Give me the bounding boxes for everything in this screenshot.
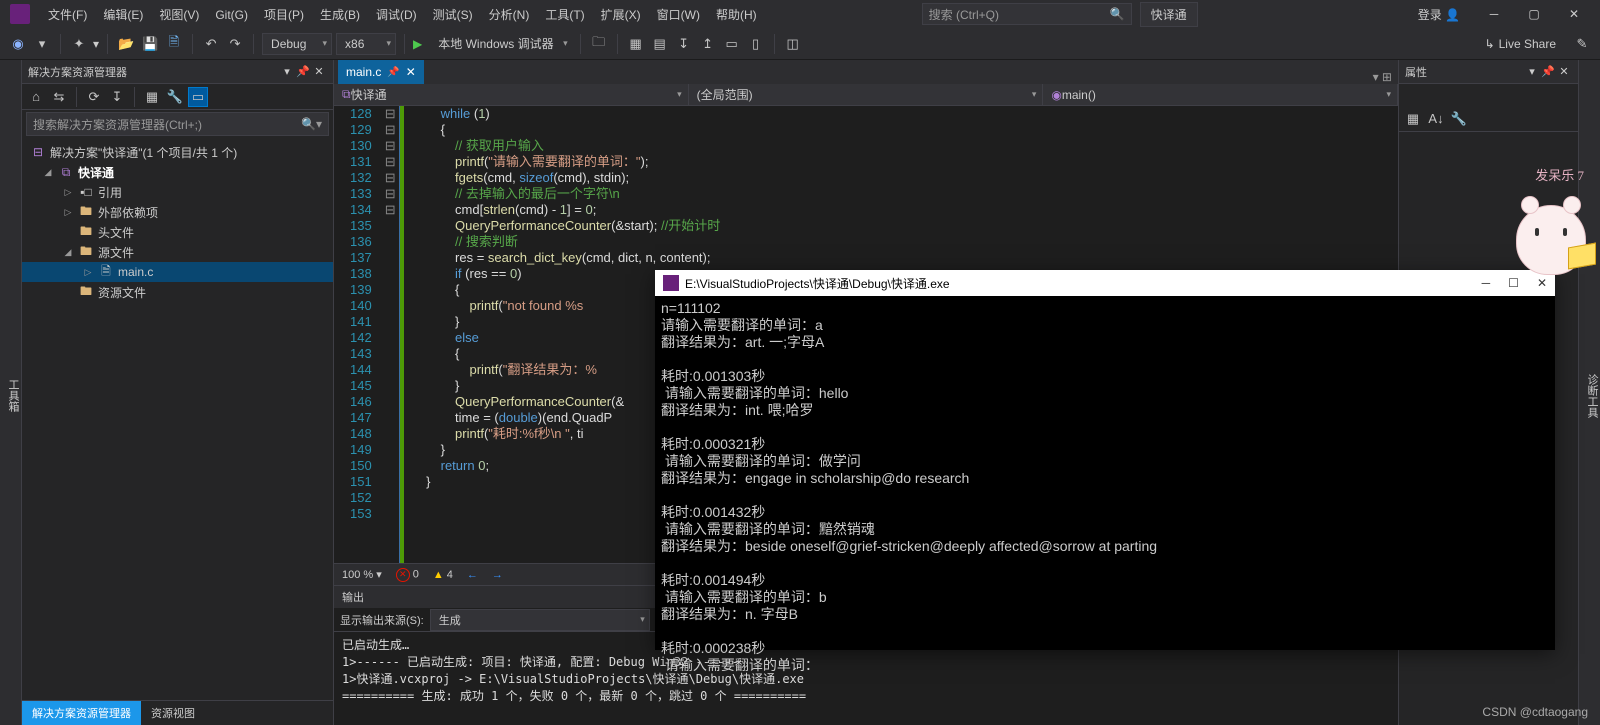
close-panel-icon[interactable]: ✕ [311, 65, 327, 78]
dropdown-icon[interactable]: ▾ [1524, 65, 1540, 78]
tab-dropdown-icon[interactable]: ▾ ⊞ [1367, 70, 1398, 84]
solution-search-input[interactable]: 搜索解决方案资源管理器(Ctrl+;) 🔍▾ [26, 112, 329, 136]
close-button[interactable]: ✕ [1554, 0, 1594, 28]
preview-icon[interactable]: ▭ [188, 87, 208, 107]
search-placeholder: 搜索 (Ctrl+Q) [929, 6, 999, 23]
pin-icon[interactable]: 📌 [1540, 65, 1556, 78]
menu-item[interactable]: 文件(F) [40, 5, 95, 25]
solution-explorer-header: 解决方案资源管理器 ▾ 📌 ✕ [22, 60, 333, 84]
alphabetical-icon[interactable]: A↓ [1426, 109, 1446, 129]
menu-item[interactable]: 帮助(H) [708, 5, 765, 25]
nav-back-icon[interactable]: ← [467, 569, 478, 581]
tb-icon-2[interactable]: ▦ [626, 34, 646, 54]
menu-item[interactable]: 分析(N) [481, 5, 538, 25]
tb-icon-1[interactable]: 🗀 [589, 34, 609, 54]
tb-icon-6[interactable]: ▭ [722, 34, 742, 54]
home-icon[interactable]: ⌂ [26, 87, 46, 107]
menu-item[interactable]: 工具(T) [537, 5, 592, 25]
fold-gutter[interactable]: ⊟⊟⊟⊟⊟⊟⊟ [382, 106, 400, 563]
platform-combo[interactable]: x86 [336, 33, 396, 55]
console-maximize-button[interactable]: ☐ [1508, 276, 1519, 290]
output-source-combo[interactable]: 生成 [430, 609, 650, 631]
tb-icon-7[interactable]: ▯ [746, 34, 766, 54]
redo-icon[interactable]: ↷ [225, 34, 245, 54]
toolbox-tab[interactable]: 工具箱 [0, 60, 22, 725]
menu-item[interactable]: 项目(P) [256, 5, 312, 25]
new-icon[interactable]: ✦ [69, 34, 89, 54]
close-panel-icon[interactable]: ✕ [1556, 65, 1572, 78]
file-tab-main-c[interactable]: main.c📌✕ [338, 60, 424, 84]
feedback-icon[interactable]: ✎ [1572, 34, 1592, 54]
menu-item[interactable]: Git(G) [207, 5, 256, 25]
watermark: CSDN @cdtaogang [1482, 705, 1588, 719]
console-output[interactable]: n=111102 请输入需要翻译的单词：a 翻译结果为：art. 一;字母A 耗… [655, 296, 1555, 678]
tab-resource-view[interactable]: 资源视图 [141, 701, 205, 725]
undo-icon[interactable]: ↶ [201, 34, 221, 54]
menu-item[interactable]: 视图(V) [151, 5, 207, 25]
pin-icon[interactable]: 📌 [387, 67, 399, 78]
solution-toolbar: ⌂ ⇆ ⟳ ↧ ▦ 🔧 ▭ [22, 84, 333, 110]
menu-bar: 文件(F)编辑(E)视图(V)Git(G)项目(P)生成(B)调试(D)测试(S… [0, 0, 1600, 28]
tb-icon-4[interactable]: ↧ [674, 34, 694, 54]
save-icon[interactable]: 💾 [140, 34, 160, 54]
console-window[interactable]: E:\VisualStudioProjects\快译通\Debug\快译通.ex… [655, 270, 1555, 650]
maximize-button[interactable]: ▢ [1514, 0, 1554, 28]
menu-item[interactable]: 测试(S) [425, 5, 481, 25]
live-share-button[interactable]: ↳ Live Share [1485, 37, 1556, 51]
close-tab-icon[interactable]: ✕ [406, 65, 416, 79]
nav-project[interactable]: ⧉ 快译通 [334, 84, 689, 105]
console-title-text: E:\VisualStudioProjects\快译通\Debug\快译通.ex… [685, 275, 950, 292]
search-icon: 🔍 [1110, 7, 1125, 21]
search-icon: 🔍▾ [301, 117, 322, 131]
properties-icon[interactable]: 🔧 [165, 87, 185, 107]
warning-count[interactable]: ▲4 [433, 569, 453, 581]
minimize-button[interactable]: ─ [1474, 0, 1514, 28]
collapse-icon[interactable]: ↧ [107, 87, 127, 107]
window-title: 快译通 [1140, 2, 1198, 27]
solution-tree[interactable]: ⊟解决方案"快译通"(1 个项目/共 1 个) ◢⧉快译通 ▷▪□引用 ▷🖿外部… [22, 138, 333, 306]
nav-fwd-icon[interactable]: → [492, 569, 503, 581]
tb-icon-3[interactable]: ▤ [650, 34, 670, 54]
play-icon: ▶ [413, 37, 422, 51]
vs-logo-icon [10, 4, 30, 24]
console-minimize-button[interactable]: ─ [1482, 276, 1491, 290]
back-icon[interactable]: ◉ [8, 34, 28, 54]
line-number-gutter: 1281291301311321331341351361371381391401… [334, 106, 382, 563]
console-titlebar[interactable]: E:\VisualStudioProjects\快译通\Debug\快译通.ex… [655, 270, 1555, 296]
prop-ico[interactable]: 🔧 [1449, 109, 1469, 129]
sync-icon[interactable]: ⇆ [49, 87, 69, 107]
output-source-label: 显示输出来源(S): [340, 612, 424, 628]
show-all-icon[interactable]: ▦ [142, 87, 162, 107]
login-button[interactable]: 登录 👤 [1418, 6, 1460, 23]
tab-solution-explorer[interactable]: 解决方案资源管理器 [22, 701, 141, 725]
tb-icon-5[interactable]: ↥ [698, 34, 718, 54]
refresh-icon[interactable]: ⟳ [84, 87, 104, 107]
menu-item[interactable]: 扩展(X) [593, 5, 649, 25]
menu-item[interactable]: 生成(B) [312, 5, 368, 25]
main-toolbar: ◉ ▾ ✦▾ 📂 💾 🗎 ↶ ↷ Debug x86 ▶ 本地 Windows … [0, 28, 1600, 60]
console-app-icon [663, 275, 679, 291]
global-search-input[interactable]: 搜索 (Ctrl+Q) 🔍 [922, 3, 1132, 25]
nav-scope[interactable]: (全局范围) [689, 84, 1044, 105]
console-close-button[interactable]: ✕ [1537, 276, 1547, 290]
categorized-icon[interactable]: ▦ [1403, 109, 1423, 129]
nav-function[interactable]: ◉ main() [1043, 84, 1398, 105]
save-all-icon[interactable]: 🗎 [164, 34, 184, 54]
tb-icon-8[interactable]: ◫ [783, 34, 803, 54]
zoom-level[interactable]: 100 % ▾ [342, 568, 382, 581]
pin-icon[interactable]: 📌 [295, 65, 311, 78]
diagnostic-tools-tab[interactable]: 诊断工具 [1578, 60, 1600, 725]
fwd-icon[interactable]: ▾ [32, 34, 52, 54]
config-combo[interactable]: Debug [262, 33, 332, 55]
menu-item[interactable]: 编辑(E) [95, 5, 151, 25]
menu-item[interactable]: 调试(D) [368, 5, 425, 25]
dropdown-icon[interactable]: ▾ [279, 65, 295, 78]
properties-header: 属性 ▾ 📌 ✕ [1399, 60, 1578, 84]
person-icon: 👤 [1445, 8, 1460, 22]
debugger-combo[interactable]: 本地 Windows 调试器 [430, 33, 571, 55]
open-icon[interactable]: 📂 [116, 34, 136, 54]
error-count[interactable]: ✕0 [396, 568, 419, 582]
menu-item[interactable]: 窗口(W) [649, 5, 708, 25]
mascot-decoration: 发呆乐 7 [1506, 165, 1596, 275]
